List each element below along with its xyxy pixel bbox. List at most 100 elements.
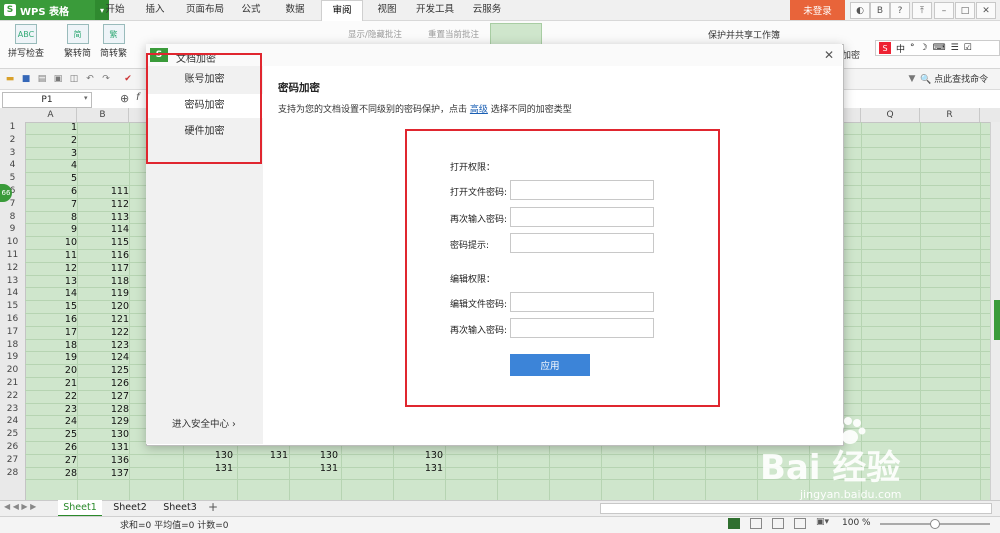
login-button[interactable]: 未登录 [790, 0, 845, 20]
undo-icon[interactable]: ↶ [84, 73, 96, 84]
add-sheet-icon[interactable]: + [208, 500, 218, 514]
cell-a[interactable]: 19 [25, 352, 77, 363]
cell-a[interactable]: 5 [25, 173, 77, 184]
restore-ribbon-icon[interactable]: ⤒ [912, 2, 932, 19]
row-header[interactable]: 14 [0, 288, 25, 298]
cell-b[interactable]: 119 [79, 288, 129, 299]
cell-b[interactable]: 115 [79, 237, 129, 248]
zoom-search-icon[interactable]: ⊕ [120, 92, 129, 105]
trad-simp-button[interactable]: 简 繁转简 [64, 24, 91, 59]
row-header[interactable]: 9 [0, 224, 25, 234]
cell-a[interactable]: 7 [25, 199, 77, 210]
cell-e25[interactable]: 130 [290, 450, 338, 461]
cell-b[interactable]: 113 [79, 212, 129, 223]
cell-b[interactable]: 137 [79, 468, 129, 479]
cell-a[interactable]: 26 [25, 442, 77, 453]
sheet-tab-2[interactable]: Sheet2 [108, 500, 152, 515]
cell-b[interactable]: 128 [79, 404, 129, 415]
cell-b[interactable]: 116 [79, 250, 129, 261]
help-icon[interactable]: ? [890, 2, 910, 19]
zoom-slider-handle[interactable] [930, 519, 940, 529]
security-center-link[interactable]: 进入安全中心 › [172, 416, 236, 430]
row-header[interactable]: 20 [0, 365, 25, 375]
cell-b[interactable]: 117 [79, 263, 129, 274]
row-header[interactable]: 5 [0, 173, 25, 183]
ime-menu-icon[interactable]: ☰ [951, 43, 959, 53]
cell-b[interactable]: 131 [79, 442, 129, 453]
cell-a[interactable]: 28 [25, 468, 77, 479]
cell-a[interactable]: 21 [25, 378, 77, 389]
print-icon[interactable]: ▣ [52, 73, 64, 84]
cell-b[interactable]: 129 [79, 416, 129, 427]
protect-sheet-button[interactable] [490, 23, 542, 45]
cell-d25[interactable]: 131 [240, 450, 288, 461]
open-folder-icon[interactable]: ▬ [4, 73, 16, 84]
column-header-q[interactable]: Q [861, 108, 920, 122]
spellcheck-button[interactable]: ABC 拼写检查 [8, 24, 44, 59]
tab-formulas[interactable]: 公式 [236, 0, 266, 20]
row-header[interactable]: 15 [0, 301, 25, 311]
tab-review[interactable]: 审阅 [321, 0, 363, 21]
cell-a[interactable]: 23 [25, 404, 77, 415]
cell-a[interactable]: 4 [25, 160, 77, 171]
row-header[interactable]: 25 [0, 429, 25, 439]
fullscreen-icon[interactable]: ▣▾ [816, 517, 829, 527]
row-header[interactable]: 4 [0, 160, 25, 170]
maximize-icon[interactable]: □ [955, 2, 975, 19]
cell-c25[interactable]: 130 [185, 450, 233, 461]
row-header[interactable]: 27 [0, 455, 25, 465]
reading-view-icon[interactable] [772, 518, 784, 529]
row-header[interactable]: 24 [0, 416, 25, 426]
cell-a[interactable]: 11 [25, 250, 77, 261]
cell-c26[interactable]: 131 [185, 463, 233, 474]
export-pdf-icon[interactable]: ▤ [36, 73, 48, 84]
row-header[interactable]: 2 [0, 135, 25, 145]
save-icon[interactable]: ■ [20, 73, 32, 84]
find-command[interactable]: 🔍 点此查找命令 [920, 72, 988, 85]
cell-g25[interactable]: 130 [395, 450, 443, 461]
cell-b[interactable]: 122 [79, 327, 129, 338]
show-hide-comments-button[interactable]: 显示/隐藏批注 [348, 28, 402, 40]
row-header[interactable]: 22 [0, 391, 25, 401]
ime-tools-icon[interactable]: ☑ [964, 43, 972, 53]
row-header[interactable]: 19 [0, 352, 25, 362]
skin-icon[interactable]: ◐ [850, 2, 870, 19]
toolbar-menu-icon[interactable]: ▼ [906, 73, 918, 84]
cell-a[interactable]: 13 [25, 276, 77, 287]
cell-e26[interactable]: 131 [290, 463, 338, 474]
row-header[interactable]: 18 [0, 340, 25, 350]
cell-a[interactable]: 16 [25, 314, 77, 325]
cell-a[interactable]: 12 [25, 263, 77, 274]
share-icon[interactable]: B [870, 2, 890, 19]
column-header-a[interactable]: A [25, 108, 77, 122]
sheet-tab-3[interactable]: Sheet3 [158, 500, 202, 515]
cell-a[interactable]: 14 [25, 288, 77, 299]
close-window-icon[interactable]: ✕ [976, 2, 996, 19]
tab-page-layout[interactable]: 页面布局 [180, 0, 230, 20]
row-header[interactable]: 8 [0, 212, 25, 222]
row-header[interactable]: 23 [0, 404, 25, 414]
row-header[interactable]: 1 [0, 122, 25, 132]
cell-b[interactable]: 120 [79, 301, 129, 312]
sheet-tab-1[interactable]: Sheet1 [58, 500, 102, 517]
cell-g26[interactable]: 131 [395, 463, 443, 474]
simp-trad-button[interactable]: 繁 简转繁 [100, 24, 127, 59]
cell-b[interactable]: 136 [79, 455, 129, 466]
protect-share-button[interactable]: 保护并共享工作簿 [708, 28, 780, 41]
row-header[interactable]: 13 [0, 276, 25, 286]
cell-a[interactable]: 6 [25, 186, 77, 197]
cell-b[interactable]: 112 [79, 199, 129, 210]
cell-a[interactable]: 1 [25, 122, 77, 133]
advanced-link[interactable]: 高级 [470, 105, 488, 115]
name-box-chevron-icon[interactable]: ▾ [84, 94, 88, 102]
cell-b[interactable]: 123 [79, 340, 129, 351]
cell-a[interactable]: 8 [25, 212, 77, 223]
row-header[interactable]: 26 [0, 442, 25, 452]
ime-keyboard-icon[interactable]: ⌨ [933, 43, 946, 53]
cell-a[interactable]: 2 [25, 135, 77, 146]
print-preview-icon[interactable]: ◫ [68, 73, 80, 84]
cell-b[interactable]: 114 [79, 224, 129, 235]
tab-cloud[interactable]: 云服务 [467, 0, 507, 20]
page-break-view-icon[interactable] [750, 518, 762, 529]
encrypt-button[interactable]: 加密 [842, 48, 860, 61]
